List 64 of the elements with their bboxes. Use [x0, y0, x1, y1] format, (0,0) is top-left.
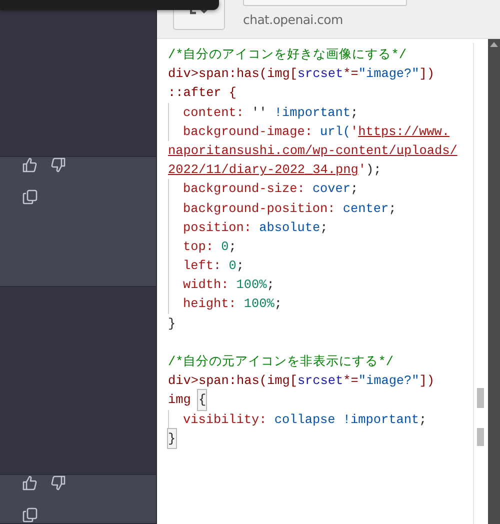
code-selector: div>span:has(img[: [168, 65, 298, 84]
code-value: !important: [274, 104, 351, 122]
code-number: 0: [220, 238, 229, 256]
code-selector: ::after {: [168, 84, 237, 102]
code-property: background-position:: [183, 200, 336, 218]
code-selector: div>span:has(img[: [168, 372, 298, 390]
code-property: background-image:: [183, 122, 312, 141]
code-property: content:: [183, 104, 244, 122]
copy-icon[interactable]: [22, 507, 38, 523]
code-comment: /*自分のアイコンを好きな画像にする*/: [168, 46, 406, 64]
code-string: ': [350, 122, 358, 141]
thumbs-down-icon[interactable]: [50, 157, 66, 173]
code-punctuation: ;: [350, 180, 358, 198]
code-punctuation: '': [250, 104, 268, 122]
code-punctuation: ;: [228, 238, 236, 256]
code-number: 0: [228, 257, 236, 276]
code-value: center: [342, 200, 389, 218]
thumbs-up-icon[interactable]: [22, 157, 38, 173]
code-selector: ]): [419, 65, 435, 84]
code-attribute: srcset: [297, 372, 344, 390]
code-punctuation: ;: [350, 104, 358, 122]
code-punctuation: ;: [320, 218, 328, 237]
scroll-marker: [477, 428, 484, 446]
code-value: collapse !important: [273, 410, 420, 429]
code-punctuation: ;: [388, 200, 396, 218]
code-property: left:: [183, 257, 222, 276]
code-url: https://www.: [358, 122, 450, 141]
copy-icon[interactable]: [22, 189, 38, 205]
code-punctuation: ;: [236, 257, 244, 276]
code-string: ': [358, 161, 366, 180]
code-property: visibility:: [183, 410, 267, 429]
site-address: chat.openai.com: [243, 12, 344, 27]
code-property: position:: [183, 218, 252, 237]
code-url: naporitansushi.com/wp-content/uploads/: [168, 142, 458, 160]
matched-brace: }: [168, 428, 176, 448]
code-value: cover: [311, 180, 351, 198]
code-number: 100%: [235, 276, 267, 294]
code-property: background-size:: [183, 180, 305, 198]
code-property: width:: [183, 276, 229, 294]
thumbs-up-icon[interactable]: [22, 475, 38, 491]
code-value: url(: [319, 122, 351, 141]
scroll-marker: [477, 388, 484, 408]
code-selector: *=: [343, 372, 358, 390]
scroll-up-icon[interactable]: [490, 42, 498, 47]
code-punctuation: ;: [274, 295, 282, 314]
code-selector: img: [168, 391, 192, 410]
thumbs-down-icon[interactable]: [50, 475, 66, 491]
code-string: "image?": [358, 372, 420, 390]
code-punctuation: ;: [419, 410, 427, 429]
code-selector: *=: [343, 65, 358, 84]
matched-brace: {: [198, 390, 206, 410]
code-string: "image?": [358, 65, 420, 84]
code-number: 100%: [242, 295, 274, 314]
code-punctuation: }: [168, 314, 176, 333]
code-url: 2022/11/diary-2022_34.png: [168, 161, 358, 180]
code-property: height:: [183, 295, 236, 314]
code-comment: /*自分の元アイコンを非表示にする*/: [168, 353, 394, 371]
code-punctuation: );: [366, 161, 382, 180]
code-attribute: srcset: [297, 65, 344, 84]
code-value: absolute: [258, 218, 320, 237]
code-property: top:: [183, 238, 214, 256]
code-selector: ]): [419, 372, 435, 390]
code-punctuation: ;: [266, 276, 274, 294]
scrollbar[interactable]: [488, 39, 500, 524]
